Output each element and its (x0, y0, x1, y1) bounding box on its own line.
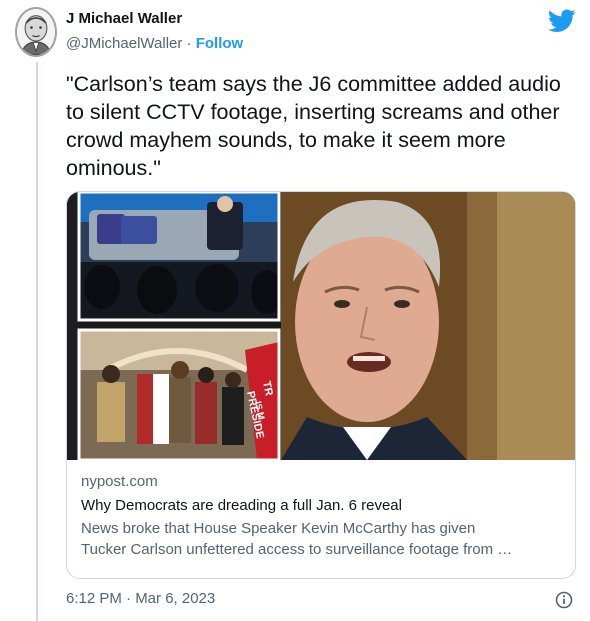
follow-button[interactable]: Follow (196, 35, 244, 52)
card-description-line-1: News broke that House Speaker Kevin McCa… (81, 520, 476, 537)
author-handle-row: @JMichaelWaller · Follow (66, 35, 243, 52)
handle-separator: · (182, 35, 196, 52)
tweet-text: "Carlson’s team says the J6 committee ad… (66, 72, 561, 180)
avatar[interactable] (15, 7, 57, 57)
card-domain: nypost.com (81, 473, 158, 490)
card-image-collage: TR IS M PRESIDE (67, 192, 575, 460)
card-image: TR IS M PRESIDE (67, 192, 575, 460)
author-handle[interactable]: @JMichaelWaller (66, 35, 182, 52)
card-meta: nypost.com Why Democrats are dreading a … (81, 472, 561, 560)
crowd-photo: TR IS M PRESIDE (77, 328, 281, 460)
card-title[interactable]: Why Democrats are dreading a full Jan. 6… (81, 496, 561, 516)
avatar-portrait-icon (17, 9, 55, 55)
tweet-timestamp[interactable]: 6:12 PM · Mar 6, 2023 (66, 590, 215, 607)
author-name[interactable]: J Michael Waller (66, 10, 182, 27)
link-card[interactable]: TR IS M PRESIDE nypost.com Why Democrats… (66, 191, 576, 579)
studio-photo (77, 192, 283, 322)
card-description: News broke that House Speaker Kevin McCa… (81, 518, 561, 560)
card-description-line-2: Tucker Carlson unfettered access to surv… (81, 541, 513, 558)
twitter-bird-icon[interactable] (548, 9, 576, 33)
speaker-portrait-photo (281, 192, 575, 460)
info-icon[interactable] (555, 591, 573, 609)
thread-line (36, 62, 38, 621)
